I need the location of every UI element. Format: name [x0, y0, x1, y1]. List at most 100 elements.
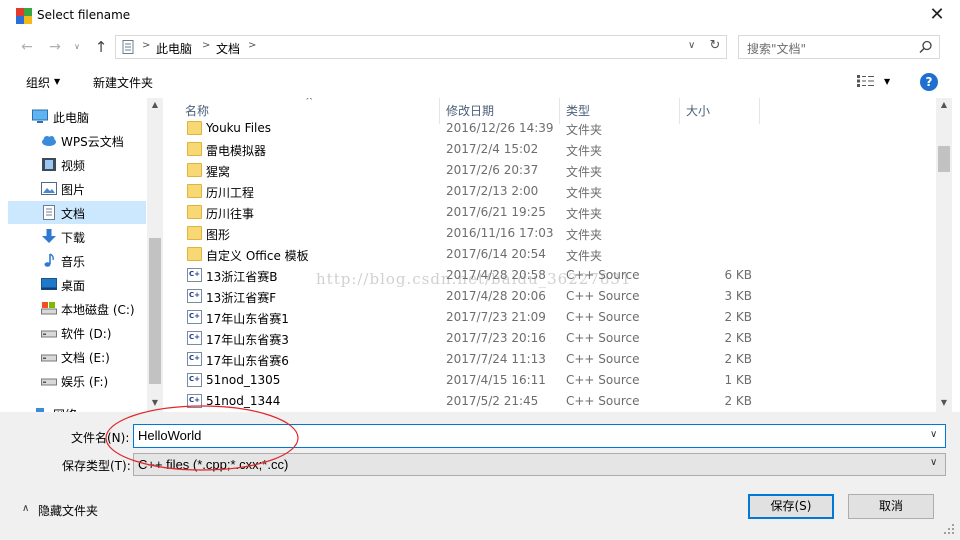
recent-locations-button[interactable]: ∨ [72, 42, 82, 52]
sidebar-item-drive-c[interactable]: 本地磁盘 (C:) [8, 297, 146, 320]
navigation-pane: 此电脑 WPS云文档 视频 图片 文档 下载 音乐 桌面 本地磁盘 (C:) 软… [0, 98, 163, 412]
sidebar-item-this-pc[interactable]: 此电脑 [8, 105, 146, 128]
scroll-up-icon[interactable]: ▲ [936, 100, 952, 109]
file-name: 猩窝 [206, 165, 231, 179]
sidebar-item-music[interactable]: 音乐 [8, 249, 146, 272]
folder-icon [187, 142, 202, 156]
sidebar-item-pictures[interactable]: 图片 [8, 177, 146, 200]
sidebar-item-desktop[interactable]: 桌面 [8, 273, 146, 296]
sidebar-item-label: 音乐 [61, 255, 86, 269]
help-icon[interactable]: ? [920, 73, 938, 91]
file-size: 2 KB [724, 310, 752, 324]
forward-button[interactable]: → [46, 38, 64, 56]
sidebar-item-label: WPS云文档 [61, 135, 124, 149]
file-date: 2017/4/15 16:11 [446, 373, 546, 387]
search-icon[interactable] [919, 40, 933, 54]
watermark: http://blog.csdn.net/baidu_36227831 [316, 270, 632, 288]
search-box[interactable]: 搜索"文档" [738, 35, 940, 59]
close-button[interactable]: ✕ [922, 4, 952, 28]
sidebar-item-videos[interactable]: 视频 [8, 153, 146, 176]
scroll-down-icon[interactable]: ▼ [936, 398, 952, 407]
file-date: 2017/6/14 20:54 [446, 247, 546, 261]
cloud-icon [42, 136, 56, 146]
file-row[interactable]: 雷电模拟器 2017/2/4 15:02 文件夹 [163, 139, 936, 160]
chevron-down-icon[interactable]: ∨ [688, 40, 700, 51]
cpp-file-icon: C+ [187, 352, 202, 366]
file-row[interactable]: C+ 17年山东省赛6 2017/7/24 11:13 C++ Source 2 KB [163, 349, 936, 370]
breadcrumb-this-pc[interactable]: 此电脑 [156, 40, 192, 57]
file-row[interactable]: C+ 51nod_1305 2017/4/15 16:11 C++ Source 1 K… [163, 370, 936, 391]
cpp-file-icon: C+ [187, 268, 202, 282]
file-row[interactable]: 历川工程 2017/2/13 2:00 文件夹 [163, 181, 936, 202]
sidebar-item-documents[interactable]: 文档 [8, 201, 146, 224]
search-input[interactable]: 搜索"文档" [747, 40, 806, 57]
folder-icon [187, 205, 202, 219]
file-date: 2017/2/4 15:02 [446, 142, 539, 156]
sidebar-item-label: 此电脑 [53, 111, 90, 125]
sidebar-item-drive-f[interactable]: 娱乐 (F:) [8, 369, 146, 392]
file-size: 6 KB [724, 268, 752, 282]
file-name: 雷电模拟器 [206, 144, 267, 158]
chevron-right-icon[interactable]: > [248, 40, 256, 51]
view-options-icon[interactable] [856, 74, 876, 88]
chevron-down-icon[interactable]: ∨ [930, 457, 937, 468]
file-row[interactable]: 猩窝 2017/2/6 20:37 文件夹 [163, 160, 936, 181]
file-row[interactable]: 自定义 Office 模板 2017/6/14 20:54 文件夹 [163, 244, 936, 265]
save-button[interactable]: 保存(S) [748, 494, 834, 519]
file-type: C++ Source [566, 289, 640, 303]
drive-icon [41, 378, 57, 386]
sidebar-item-drive-d[interactable]: 软件 (D:) [8, 321, 146, 344]
picture-icon [41, 182, 57, 195]
sidebar-item-label: 文档 [61, 207, 86, 221]
refresh-icon[interactable]: ↻ [706, 38, 724, 53]
cpp-file-icon: C+ [187, 310, 202, 324]
organize-button[interactable]: 组织 [26, 74, 50, 91]
sidebar-item-label: 视频 [61, 159, 86, 173]
sidebar-item-downloads[interactable]: 下载 [8, 225, 146, 248]
caret-down-icon[interactable]: ▼ [54, 77, 60, 86]
window-title: Select filename [37, 8, 131, 22]
file-row[interactable]: C+ 13浙江省赛F 2017/4/28 20:06 C++ Source 3 KB [163, 286, 936, 307]
cancel-button[interactable]: 取消 [848, 494, 934, 519]
file-size: 2 KB [724, 331, 752, 345]
caret-down-icon[interactable]: ▼ [884, 77, 890, 86]
new-folder-button[interactable]: 新建文件夹 [93, 74, 153, 91]
file-name: 自定义 Office 模板 [206, 249, 309, 263]
sidebar-item-label: 软件 (D:) [61, 327, 112, 341]
video-icon [42, 158, 56, 171]
sidebar-item-drive-e[interactable]: 文档 (E:) [8, 345, 146, 368]
folder-icon [187, 121, 202, 135]
desktop-icon [41, 278, 57, 290]
chevron-up-icon[interactable]: ∧ [22, 503, 29, 514]
file-row[interactable]: 历川往事 2017/6/21 19:25 文件夹 [163, 202, 936, 223]
file-date: 2017/7/24 11:13 [446, 352, 546, 366]
file-date: 2017/2/13 2:00 [446, 184, 539, 198]
address-bar[interactable]: > 此电脑 > 文档 > ∨ ↻ [115, 35, 727, 59]
chevron-down-icon[interactable]: ∨ [930, 429, 937, 440]
file-name: 13浙江省赛F [206, 291, 277, 305]
file-row[interactable]: 图形 2016/11/16 17:03 文件夹 [163, 223, 936, 244]
navigation-scroll-thumb[interactable] [149, 238, 161, 384]
sidebar-item-wps-cloud[interactable]: WPS云文档 [8, 129, 146, 152]
file-type: 文件夹 [566, 207, 603, 221]
up-button[interactable]: ↑ [92, 38, 110, 56]
drive-icon [41, 354, 57, 362]
resize-grip-icon[interactable] [940, 520, 956, 536]
folder-icon [187, 226, 202, 240]
chevron-right-icon[interactable]: > [142, 40, 150, 51]
sort-ascending-icon: ^ [305, 98, 314, 107]
breadcrumb-documents[interactable]: 文档 [216, 40, 240, 57]
file-row[interactable]: C+ 17年山东省赛1 2017/7/23 21:09 C++ Source 2 KB [163, 307, 936, 328]
back-button[interactable]: ← [18, 38, 36, 56]
file-row[interactable]: Youku Files 2016/12/26 14:39 文件夹 [163, 118, 936, 139]
scroll-up-icon[interactable]: ▲ [147, 100, 163, 109]
file-list-scroll-thumb[interactable] [938, 146, 950, 172]
chevron-right-icon[interactable]: > [202, 40, 210, 51]
file-type: C++ Source [566, 310, 640, 324]
file-row[interactable]: C+ 17年山东省赛3 2017/7/23 20:16 C++ Source 2 KB [163, 328, 936, 349]
file-name: 17年山东省赛1 [206, 312, 289, 326]
computer-icon [32, 109, 48, 123]
file-type: 文件夹 [566, 123, 603, 137]
hide-folders-button[interactable]: 隐藏文件夹 [38, 502, 98, 519]
file-name: 17年山东省赛3 [206, 333, 289, 347]
